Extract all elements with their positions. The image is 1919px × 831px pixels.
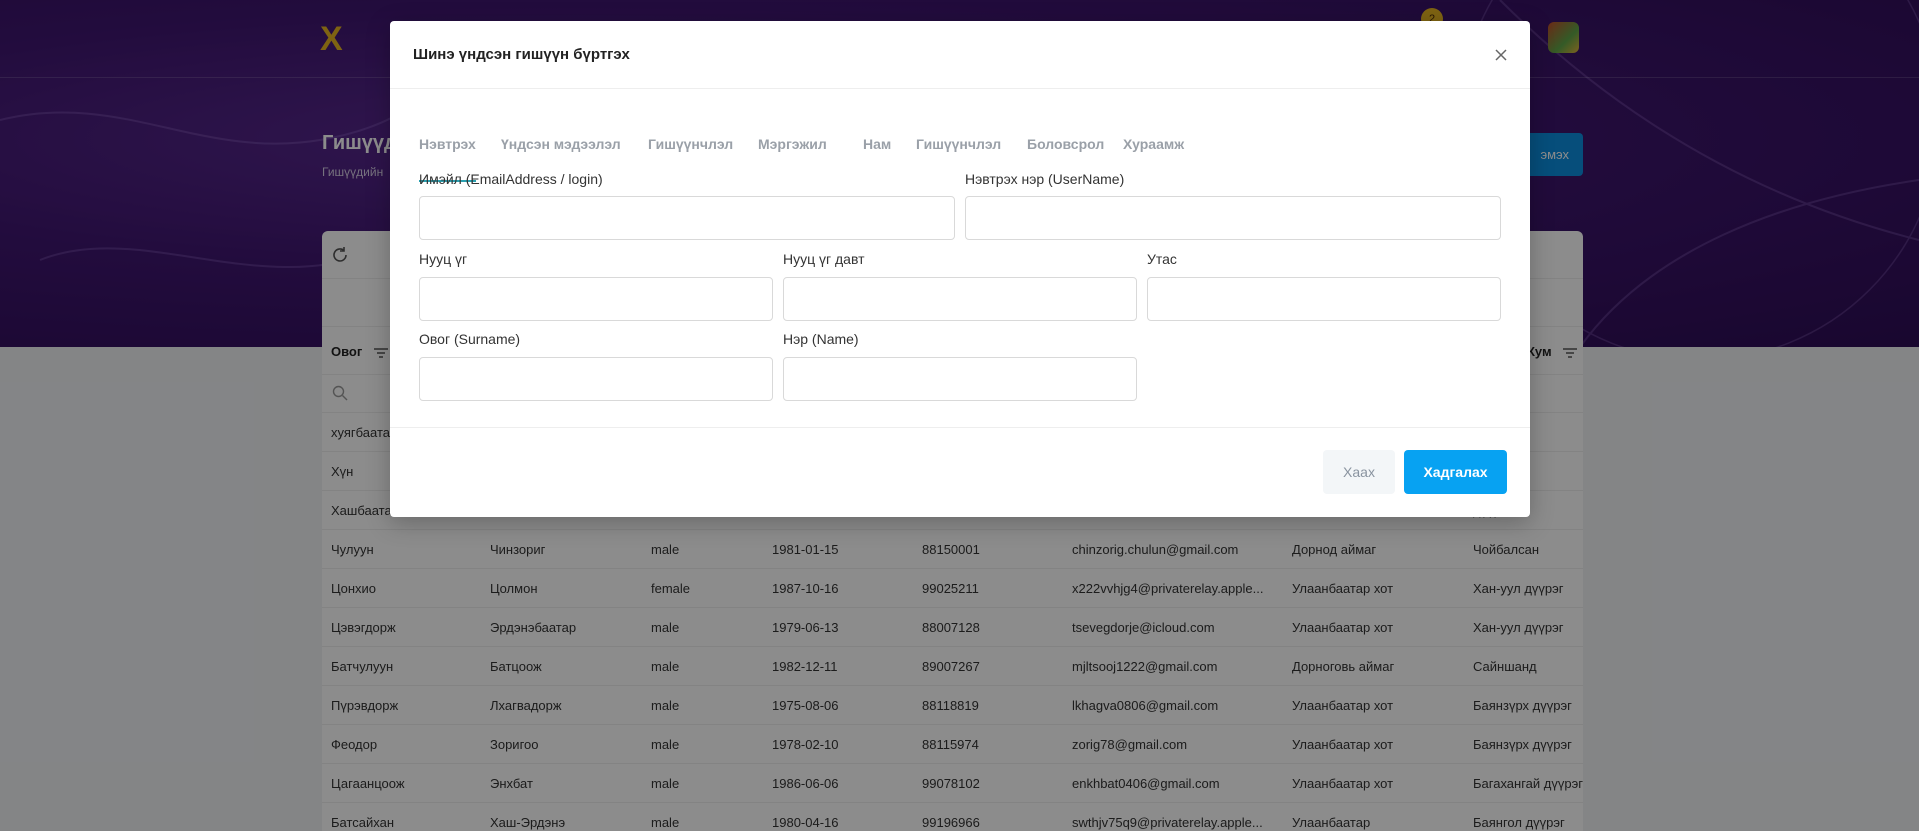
- surname-field[interactable]: [419, 357, 773, 401]
- tab-profession[interactable]: Мэргэжил: [758, 136, 827, 152]
- password-repeat-label: Нууц үг давт: [783, 251, 865, 267]
- tab-fees[interactable]: Хураамж: [1123, 136, 1184, 152]
- phone-field[interactable]: [1147, 277, 1501, 321]
- modal-title: Шинэ үндсэн гишүүн бүртгэх: [413, 46, 630, 63]
- email-label: Имэйл (EmailAddress / login): [419, 171, 603, 187]
- save-button[interactable]: Хадгалах: [1404, 450, 1507, 494]
- modal-footer-divider: [390, 427, 1530, 428]
- tab-basic-info[interactable]: Үндсэн мэдээлэл: [501, 136, 621, 152]
- password-label: Нууц үг: [419, 251, 468, 267]
- password-field[interactable]: [419, 277, 773, 321]
- cancel-button[interactable]: Хаах: [1323, 450, 1395, 494]
- tab-education[interactable]: Боловсрол: [1027, 136, 1104, 152]
- name-label: Нэр (Name): [783, 331, 859, 347]
- name-field[interactable]: [783, 357, 1137, 401]
- username-label: Нэвтрэх нэр (UserName): [965, 171, 1125, 187]
- email-field[interactable]: [419, 196, 955, 240]
- phone-label: Утас: [1147, 251, 1177, 267]
- modal-header: Шинэ үндсэн гишүүн бүртгэх: [390, 21, 1530, 89]
- username-field[interactable]: [965, 196, 1501, 240]
- tab-membership-2[interactable]: Гишүүнчлэл: [916, 136, 1001, 152]
- tab-membership[interactable]: Гишүүнчлэл: [648, 136, 733, 152]
- password-repeat-field[interactable]: [783, 277, 1137, 321]
- tab-party[interactable]: Нам: [863, 136, 891, 152]
- close-icon[interactable]: [1493, 47, 1509, 63]
- new-member-modal: Шинэ үндсэн гишүүн бүртгэх Нэвтрэх Үндсэ…: [390, 21, 1530, 517]
- tab-login[interactable]: Нэвтрэх: [419, 136, 476, 152]
- surname-label: Овог (Surname): [419, 331, 521, 347]
